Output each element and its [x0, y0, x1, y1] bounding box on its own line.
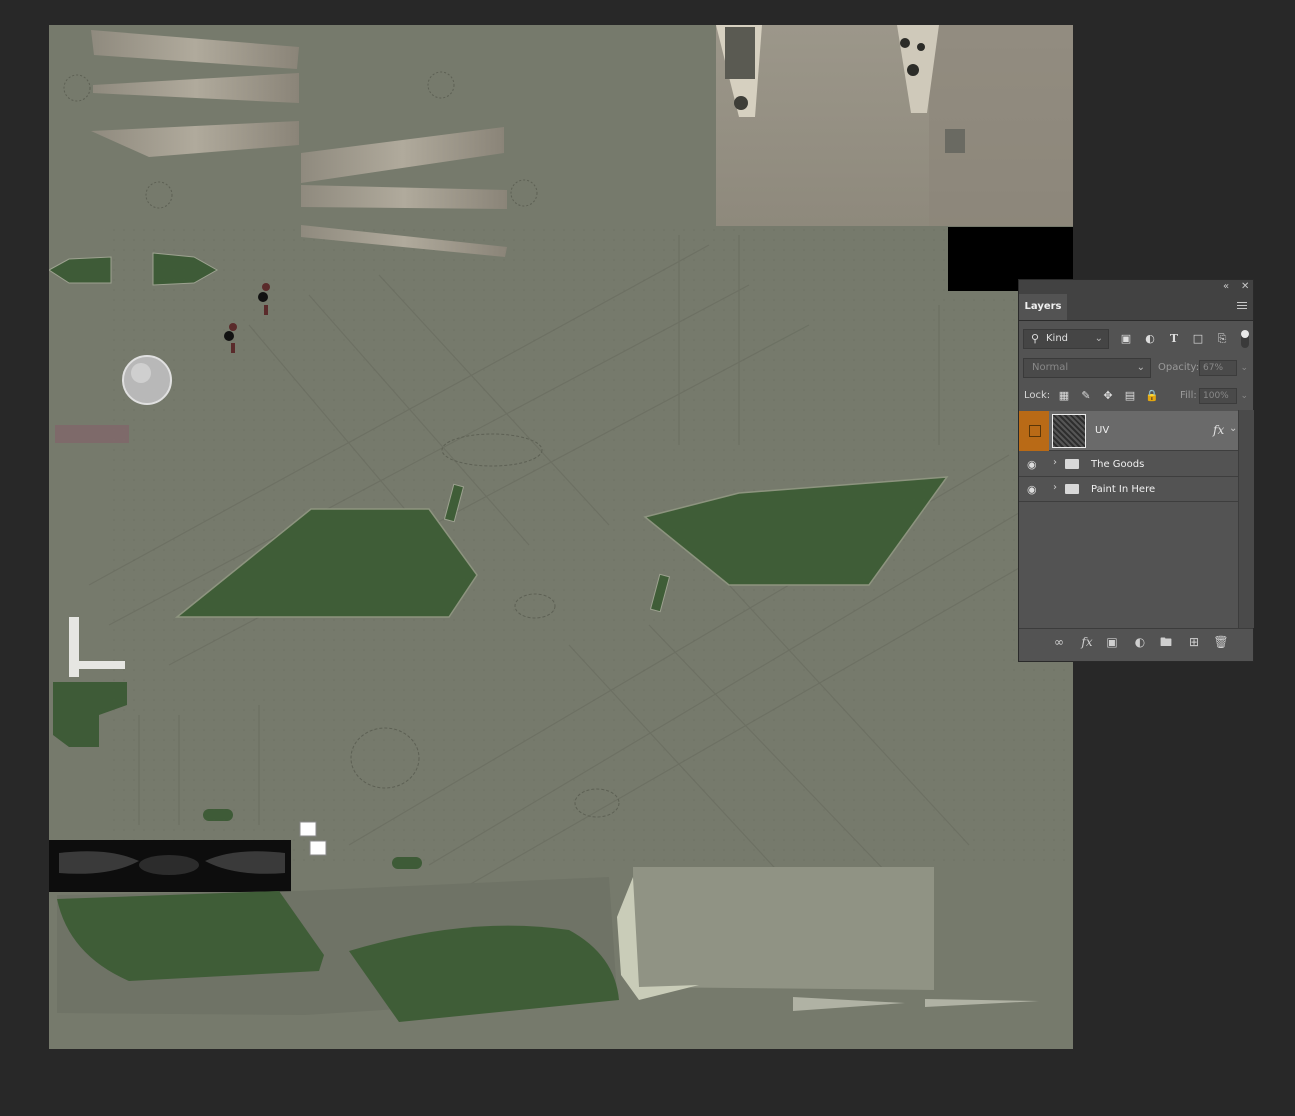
layer-fx-icon[interactable]: fx — [1213, 423, 1224, 437]
fill-label: Fill: — [1180, 390, 1197, 401]
add-mask-icon[interactable]: ▣ — [1104, 634, 1120, 650]
opacity-field[interactable]: 67% ⌄ — [1199, 360, 1248, 376]
panel-menu-icon[interactable] — [1237, 302, 1247, 311]
lock-row: Lock: ▦ ✎ ✥ ▤ 🔒 Fill: 100% ⌄ — [1019, 386, 1253, 406]
layer-row-the-goods[interactable]: ◉ › The Goods — [1019, 452, 1238, 477]
exhaust-strip — [49, 840, 291, 892]
blend-mode-dropdown[interactable]: Normal ⌄ — [1023, 358, 1151, 378]
eye-icon[interactable]: ◉ — [1027, 458, 1037, 471]
filter-kind-label: Kind — [1046, 333, 1069, 344]
nose-metal-panel — [716, 25, 1073, 226]
search-icon: ⚲ — [1030, 332, 1040, 345]
lock-transparent-pixels-icon[interactable]: ▦ — [1057, 389, 1071, 403]
chevron-down-icon: ⌄ — [1240, 363, 1248, 373]
type-filter-icon[interactable]: T — [1167, 332, 1181, 346]
lock-image-pixels-icon[interactable]: ✎ — [1079, 389, 1093, 403]
layer-name: The Goods — [1091, 459, 1145, 470]
layer-row-uv[interactable]: UV fx ⌄ — [1019, 411, 1238, 451]
opacity-value: 67% — [1203, 363, 1224, 373]
lock-label: Lock: — [1024, 390, 1051, 401]
fill-field[interactable]: 100% ⌄ — [1199, 388, 1248, 404]
adjustment-filter-icon[interactable]: ◐ — [1143, 332, 1157, 346]
folder-icon — [1065, 484, 1079, 494]
new-group-icon[interactable]: 🖿 — [1158, 634, 1174, 650]
chevron-down-icon: ⌄ — [1240, 391, 1248, 401]
lock-artboard-icon[interactable]: ▤ — [1123, 389, 1137, 403]
layers-scrollbar[interactable] — [1238, 410, 1254, 628]
layer-name: Paint In Here — [1091, 484, 1156, 495]
add-layer-style-icon[interactable]: fx — [1079, 634, 1095, 650]
chevron-right-icon[interactable]: › — [1053, 482, 1057, 493]
link-layers-icon[interactable]: ∞ — [1051, 634, 1067, 650]
opacity-label: Opacity: — [1158, 362, 1200, 373]
layer-name: UV — [1095, 425, 1110, 436]
blend-row: Normal ⌄ Opacity: 67% ⌄ — [1019, 358, 1253, 378]
lock-position-icon[interactable]: ✥ — [1101, 389, 1115, 403]
panel-tab-bar: Layers — [1019, 294, 1253, 321]
white-bracket-horizontal — [69, 661, 125, 669]
image-filter-icon[interactable]: ▣ — [1119, 332, 1133, 346]
layer-visibility-slot[interactable] — [1019, 411, 1049, 451]
chevron-down-icon: ⌄ — [1094, 333, 1103, 344]
light-metal-panel — [633, 867, 934, 990]
document-canvas[interactable] — [49, 25, 1073, 1049]
tab-layers[interactable]: Layers — [1019, 294, 1067, 320]
layer-thumbnail — [1052, 414, 1086, 448]
new-adjustment-layer-icon[interactable]: ◐ — [1132, 634, 1148, 650]
panel-top-strip: « ✕ — [1019, 280, 1253, 294]
chevron-right-icon[interactable]: › — [1053, 457, 1057, 468]
folder-icon — [1065, 459, 1079, 469]
chevron-down-icon: ⌄ — [1136, 362, 1145, 373]
close-icon[interactable]: ✕ — [1241, 280, 1249, 294]
new-layer-icon[interactable]: ⊞ — [1186, 634, 1202, 650]
double-chevron-left-icon[interactable]: « — [1223, 280, 1229, 294]
layers-bottom-toolbar: ∞ fx ▣ ◐ 🖿 ⊞ 🗑 — [1019, 628, 1253, 655]
blend-mode-value: Normal — [1032, 362, 1069, 373]
filter-toggle-icon[interactable] — [1241, 330, 1249, 348]
layer-row-paint-in-here[interactable]: ◉ › Paint In Here — [1019, 477, 1238, 502]
mauve-strip — [55, 425, 129, 443]
shape-filter-icon[interactable]: □ — [1191, 332, 1205, 346]
filter-row: ⚲ Kind ⌄ ▣ ◐ T □ ⎘ — [1019, 329, 1253, 351]
lock-all-icon[interactable]: 🔒 — [1145, 389, 1159, 403]
eye-icon[interactable]: ◉ — [1027, 483, 1037, 496]
delete-layer-icon[interactable]: 🗑 — [1213, 634, 1229, 650]
layers-panel: « ✕ Layers ⚲ Kind ⌄ ▣ ◐ T □ ⎘ Normal ⌄ O… — [1018, 279, 1254, 662]
filter-kind-dropdown[interactable]: ⚲ Kind ⌄ — [1023, 329, 1109, 349]
chevron-down-icon[interactable]: ⌄ — [1229, 423, 1237, 434]
fill-value: 100% — [1203, 391, 1229, 401]
smart-object-filter-icon[interactable]: ⎘ — [1215, 332, 1229, 346]
